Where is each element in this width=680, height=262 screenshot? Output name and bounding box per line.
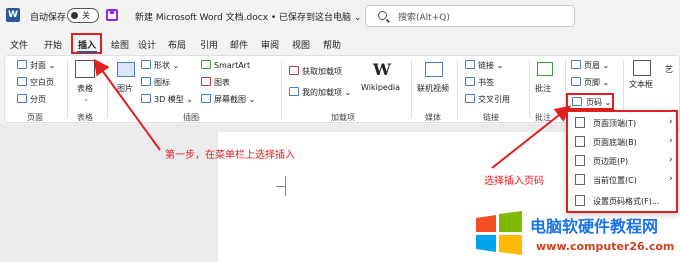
step1-arrow	[93, 58, 161, 151]
step2-annotation: 选择插入页码	[484, 176, 544, 187]
watermark-url: www.computer26.com	[536, 240, 675, 253]
step2-arrow	[491, 105, 572, 169]
windows-logo-icon	[476, 211, 522, 255]
step1-annotation: 第一步，在菜单栏上选择插入	[165, 150, 295, 161]
watermark-title: 电脑软硬件教程网	[530, 217, 659, 236]
